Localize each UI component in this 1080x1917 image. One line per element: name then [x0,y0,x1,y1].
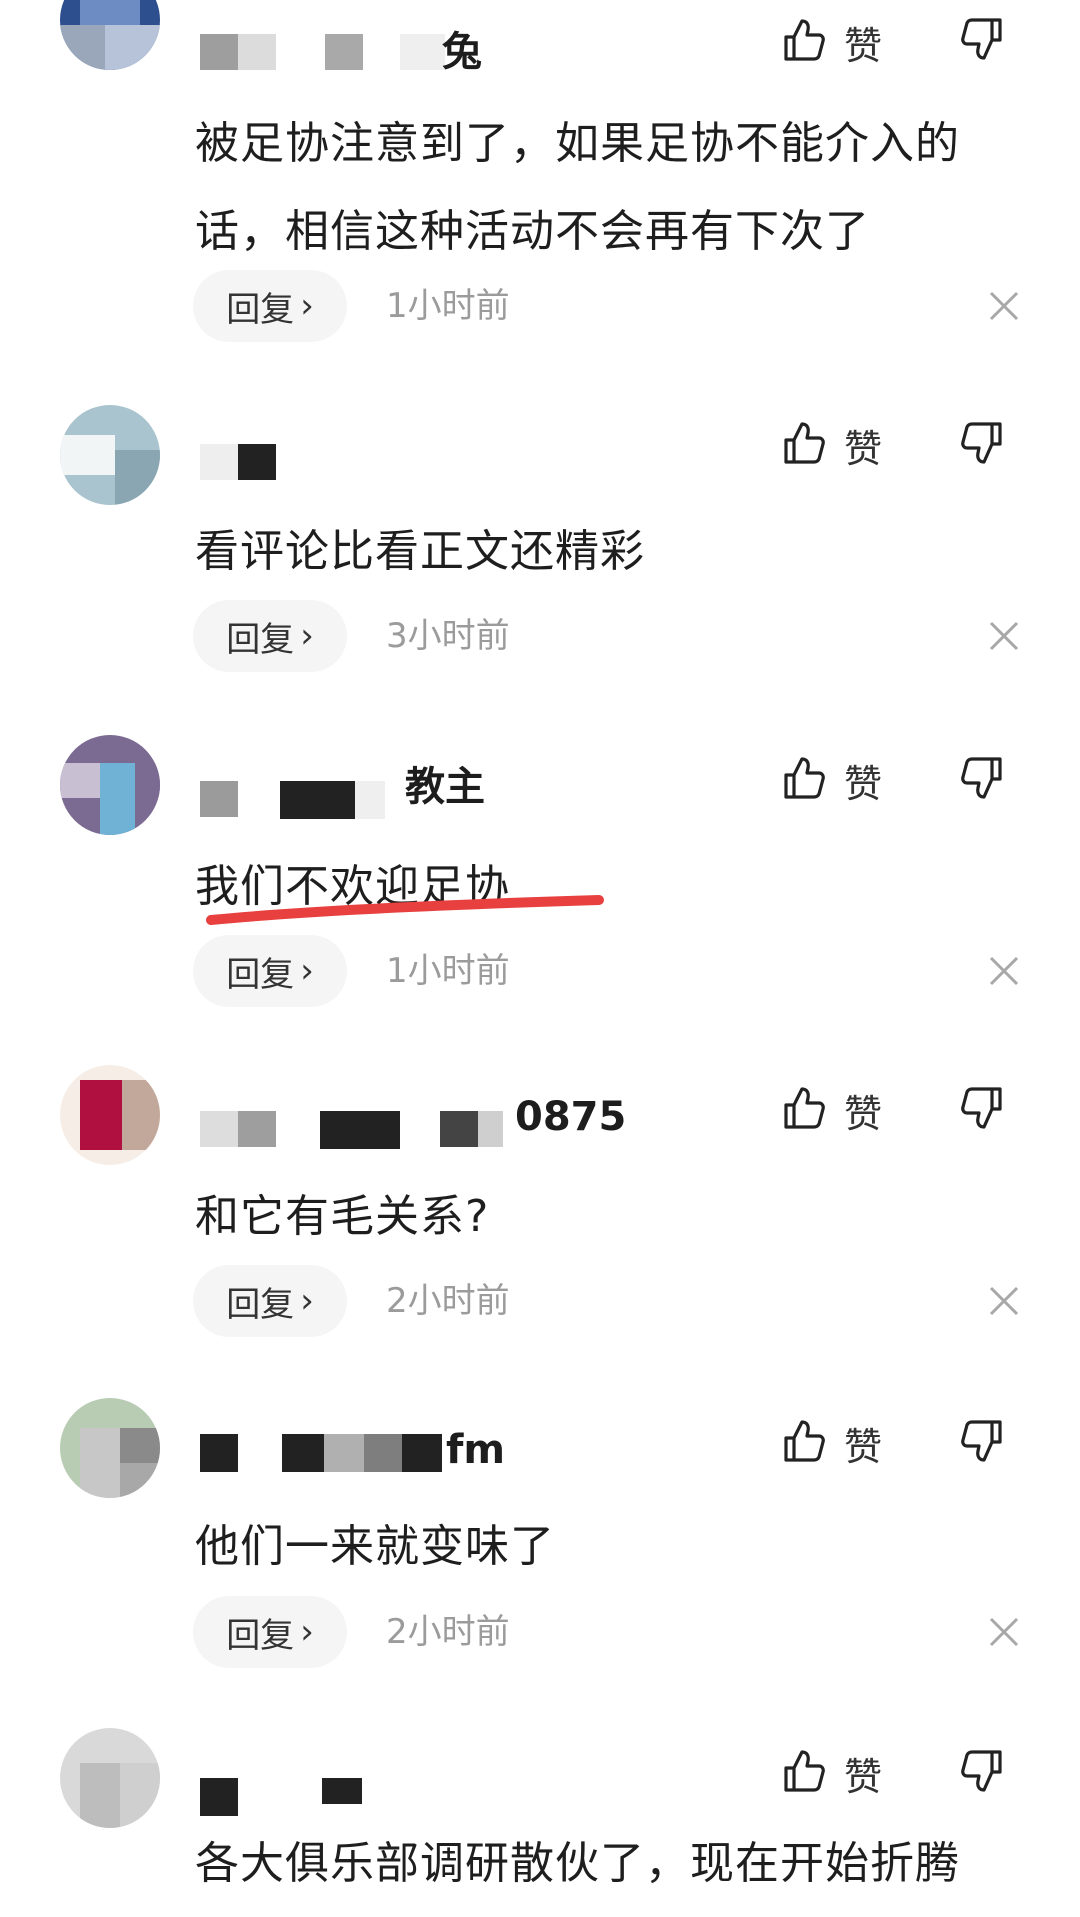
comment-text-line: 各大俱乐部调研散伙了，现在开始折腾 [195,1838,960,1889]
reply-button[interactable]: 回复 › [193,1265,347,1337]
like-label: 赞 [844,426,883,471]
comment-text: 各大俱乐部调研散伙了，现在开始折腾 [195,1820,1045,1908]
comment-item: 兔 赞 被足协注意到了，如果足协不能介入的 话，相信这种活动不会再有下次了 回复… [0,0,1080,342]
username-visible-text: fm [446,1427,506,1473]
close-icon[interactable] [983,285,1025,327]
like-button[interactable]: 赞 [782,1743,882,1803]
thumbs-up-icon [782,17,826,67]
thumbs-down-icon[interactable] [960,1748,1016,1804]
chevron-right-icon: › [300,1612,314,1652]
username-visible-text: 0875 [515,1094,627,1140]
highlight-underline [206,895,604,925]
comment-text: 和它有毛关系? [195,1173,1045,1261]
comment-text-line: 话，相信这种活动不会再有下次了 [195,206,870,257]
thumbs-down-icon[interactable] [960,16,1016,72]
chevron-right-icon: › [300,1281,314,1321]
reply-button[interactable]: 回复 › [193,1596,347,1668]
timestamp: 3小时前 [386,616,510,656]
like-label: 赞 [844,1424,883,1469]
close-icon[interactable] [983,1611,1025,1653]
thumbs-up-icon [782,1748,826,1798]
comment-item: 0875 赞 和它有毛关系? 回复 › 2小时前 [0,1065,1080,1395]
chevron-right-icon: › [300,616,314,656]
timestamp: 1小时前 [386,951,510,991]
avatar[interactable] [60,0,160,70]
username[interactable] [200,422,620,482]
timestamp: 2小时前 [386,1281,510,1321]
thumbs-down-icon[interactable] [960,420,1016,476]
like-label: 赞 [844,761,883,806]
like-label: 赞 [844,1754,883,1799]
timestamp: 1小时前 [386,286,510,326]
comment-item: 赞 各大俱乐部调研散伙了，现在开始折腾 [0,1728,1080,1917]
username[interactable]: fm [200,1420,620,1480]
comment-text-line: 他们一来就变味了 [195,1521,555,1572]
close-icon[interactable] [983,615,1025,657]
close-icon[interactable] [983,1280,1025,1322]
comment-item: fm 赞 他们一来就变味了 回复 › 2小时前 [0,1398,1080,1728]
comment-text-line: 看评论比看正文还精彩 [195,526,645,577]
comment-text-line: 被足协注意到了，如果足协不能介入的 [195,118,960,169]
avatar[interactable] [60,1728,160,1828]
reply-label: 回复 [226,289,295,330]
username[interactable] [200,1750,620,1816]
close-icon[interactable] [983,950,1025,992]
comment-meta: 回复 › 1小时前 [193,270,1053,342]
username[interactable]: 兔 [200,22,620,82]
comment-meta: 回复 › 2小时前 [193,1596,1053,1668]
comment-text: 被足协注意到了，如果足协不能介入的 话，相信这种活动不会再有下次了 [195,100,1045,276]
like-button[interactable]: 赞 [782,1080,882,1140]
reply-label: 回复 [226,1615,295,1656]
thumbs-up-icon [782,755,826,805]
reply-button[interactable]: 回复 › [193,600,347,672]
reply-button[interactable]: 回复 › [193,270,347,342]
thumbs-up-icon [782,420,826,470]
reply-label: 回复 [226,1284,295,1325]
like-label: 赞 [844,23,883,68]
comment-text: 看评论比看正文还精彩 [195,508,1045,596]
thumbs-up-icon [782,1418,826,1468]
avatar[interactable] [60,1065,160,1165]
reply-label: 回复 [226,619,295,660]
comment-meta: 回复 › 2小时前 [193,1265,1053,1337]
comment-text: 他们一来就变味了 [195,1503,1045,1591]
reply-button[interactable]: 回复 › [193,935,347,1007]
reply-label: 回复 [226,954,295,995]
comment-text-line: 和它有毛关系? [195,1191,490,1242]
comment-meta: 回复 › 3小时前 [193,600,1053,672]
thumbs-down-icon[interactable] [960,1085,1016,1141]
chevron-right-icon: › [300,951,314,991]
thumbs-down-icon[interactable] [960,755,1016,811]
thumbs-up-icon [782,1085,826,1135]
like-button[interactable]: 赞 [782,1413,882,1473]
username[interactable]: 0875 [200,1087,626,1149]
comment-item: 赞 看评论比看正文还精彩 回复 › 3小时前 [0,400,1080,730]
avatar[interactable] [60,1398,160,1498]
username[interactable]: 教主 [200,757,620,819]
timestamp: 2小时前 [386,1612,510,1652]
username-visible-text: 教主 [405,764,485,810]
chevron-right-icon: › [300,286,314,326]
comment-meta: 回复 › 1小时前 [193,935,1053,1007]
avatar[interactable] [60,405,160,505]
like-label: 赞 [844,1091,883,1136]
like-button[interactable]: 赞 [782,750,882,810]
thumbs-down-icon[interactable] [960,1418,1016,1474]
like-button[interactable]: 赞 [782,415,882,475]
username-visible-text: 兔 [442,29,482,75]
like-button[interactable]: 赞 [782,12,882,72]
avatar[interactable] [60,735,160,835]
